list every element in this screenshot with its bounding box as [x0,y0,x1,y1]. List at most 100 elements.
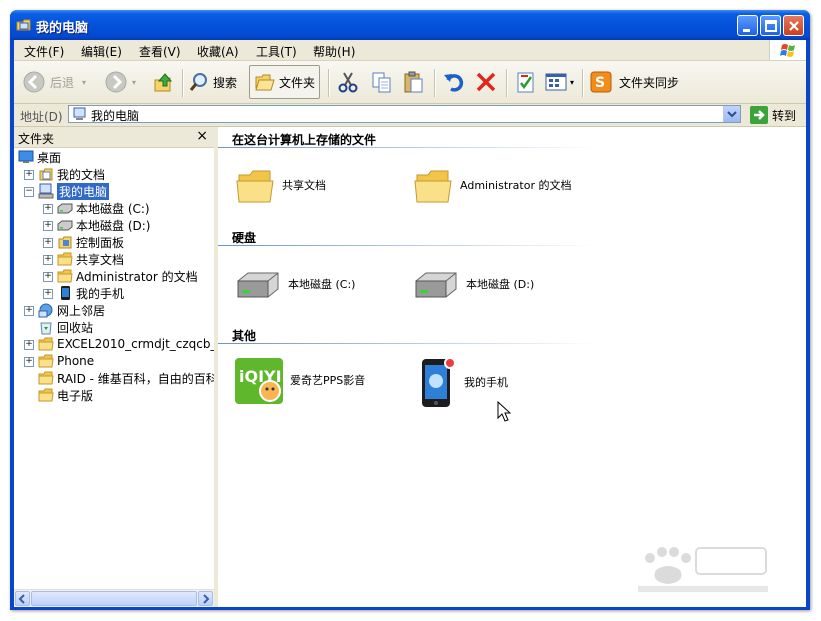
menu-edit[interactable]: 编辑(E) [81,43,122,60]
cut-button[interactable] [336,66,360,98]
maximize-button[interactable] [760,15,781,36]
tree-item[interactable]: 我的电脑 [38,182,110,200]
undo-button[interactable] [442,66,466,98]
tree-item-label: 电子版 [57,388,94,403]
folders-pane-close-button[interactable]: × [196,128,208,144]
back-dropdown-icon[interactable]: ▾ [82,78,86,87]
tree-expander[interactable]: − [24,187,34,197]
menu-view[interactable]: 查看(V) [139,43,181,60]
tree-item[interactable]: 桌面 [18,149,61,165]
folders-button[interactable]: 文件夹 [249,65,321,99]
tree-item[interactable]: Administrator 的文档 [57,268,198,284]
group-title-hard-drives: 硬盘 [232,231,257,245]
up-folder-icon [154,73,173,92]
undo-icon [444,74,464,92]
item-administrator-documents[interactable]: Administrator 的文档 [414,167,584,205]
back-button[interactable]: 后退 ▾ [22,66,86,98]
menu-bar: 文件(F) 编辑(E) 查看(V) 收藏(A) 工具(T) 帮助(H) [14,40,806,61]
my-computer-icon [73,107,86,120]
tree-expander[interactable]: + [24,340,34,350]
phone-icon [422,357,456,407]
forward-button[interactable]: ▾ [104,66,136,98]
tree-item[interactable]: 回收站 [38,319,93,335]
tree-item[interactable]: 我的手机 [57,285,124,301]
folder-icon [236,170,274,203]
item-shared-documents[interactable]: 共享文档 [236,167,326,205]
hard-drive-icon [237,272,279,298]
tree-expander[interactable]: + [24,357,34,367]
menu-file[interactable]: 文件(F) [24,43,64,60]
views-dropdown-icon[interactable]: ▾ [570,78,574,87]
tree-item[interactable]: EXCEL2010_crmdjt_czqcb_jb5 [38,336,235,352]
item-label: 本地磁盘 (D:) [466,278,535,291]
maximize-icon [765,20,777,32]
tree-expander[interactable]: + [43,221,53,231]
views-button[interactable]: ▾ [544,66,574,98]
my-documents-icon [38,166,54,182]
baidu-watermark-icon [638,547,768,592]
tree-item[interactable]: 电子版 [38,387,93,403]
tree-expander[interactable]: + [43,289,53,299]
tree-item-label: EXCEL2010_crmdjt_czqcb_jb5 [57,337,236,351]
tree-item-label: 桌面 [37,150,62,165]
close-button[interactable] [783,15,804,36]
copy-icon [372,72,391,93]
menu-help[interactable]: 帮助(H) [313,43,355,60]
scroll-left-button[interactable] [15,591,30,606]
tree-item-label: Phone [57,354,95,368]
search-button[interactable]: 搜索 [188,66,237,98]
scrollbar-thumb[interactable] [31,591,197,606]
minimize-icon [743,29,750,32]
horizontal-scrollbar[interactable] [14,589,214,607]
copy-button[interactable] [370,66,394,98]
tree-expander[interactable]: + [43,204,53,214]
tree-item-label: RAID - 维基百科，自由的百科 [57,371,218,386]
item-iqiyi-pps[interactable]: iQIYI 爱奇艺PPS影音 [234,357,365,405]
go-button[interactable]: 转到 [750,106,796,124]
tree-item-label: 我的电脑 [57,182,110,200]
folders-pane-header: 文件夹 × [14,127,214,148]
title-bar[interactable]: 我的电脑 [10,10,810,40]
tree-expander[interactable]: + [24,306,34,316]
tree-item-label: 共享文档 [76,252,125,267]
tree-item[interactable]: 我的文档 [38,166,105,182]
tree-expander[interactable]: + [43,272,53,282]
tree-expander[interactable]: + [43,238,53,248]
tree-item[interactable]: 本地磁盘 (D:) [57,217,150,233]
tree-item[interactable]: 网上邻居 [38,302,105,318]
windows-flag-icon [780,44,795,57]
tree-item[interactable]: 控制面板 [57,234,124,250]
chevron-left-icon [18,594,25,604]
up-folder-button[interactable] [152,66,176,98]
item-local-disk-d[interactable]: 本地磁盘 (D:) [412,267,534,303]
forward-dropdown-icon[interactable]: ▾ [132,78,136,87]
tree-item-label: 控制面板 [76,235,125,250]
content-pane: 在这台计算机上存储的文件 共享文档 Administrator 的文档 硬盘 本… [218,127,806,607]
scroll-right-button[interactable] [198,591,213,606]
desktop-icon [18,149,34,165]
folders-icon [255,74,275,91]
tree-item[interactable]: 本地磁盘 (C:) [57,200,150,216]
folders-pane: 文件夹 × 桌面 + 我的文档 − 我的电脑 + 本地磁盘 (C:) + 本地磁盘 (D:) + 控… [14,127,235,607]
properties-button[interactable] [514,66,538,98]
paste-button[interactable] [402,66,426,98]
tree-item[interactable]: Phone [38,353,94,369]
tree-item[interactable]: RAID - 维基百科，自由的百科 [38,370,218,386]
menu-tools[interactable]: 工具(T) [256,43,297,60]
tree-expander[interactable]: + [43,255,53,265]
delete-button[interactable] [474,66,498,98]
address-input[interactable]: 我的电脑 [68,105,741,123]
explorer-window: 我的电脑 文件(F) 编辑(E) 查看(V) 收藏(A) 工具(T) 帮助(H)… [10,10,810,610]
minimize-button[interactable] [737,15,758,36]
item-my-phone[interactable]: 我的手机 [418,357,508,409]
tree-expander[interactable]: + [24,170,34,180]
item-local-disk-c[interactable]: 本地磁盘 (C:) [234,267,355,303]
tree-item[interactable]: 共享文档 [57,251,124,267]
go-label: 转到 [772,108,797,123]
address-dropdown-button[interactable] [723,106,740,122]
drive-icon [57,200,73,216]
tree-item-label: 网上邻居 [57,303,106,318]
menu-favorites[interactable]: 收藏(A) [197,43,239,60]
address-bar: 地址(D) 我的电脑 转到 [14,104,806,127]
folder-sync-button[interactable]: S 文件夹同步 [589,66,679,98]
